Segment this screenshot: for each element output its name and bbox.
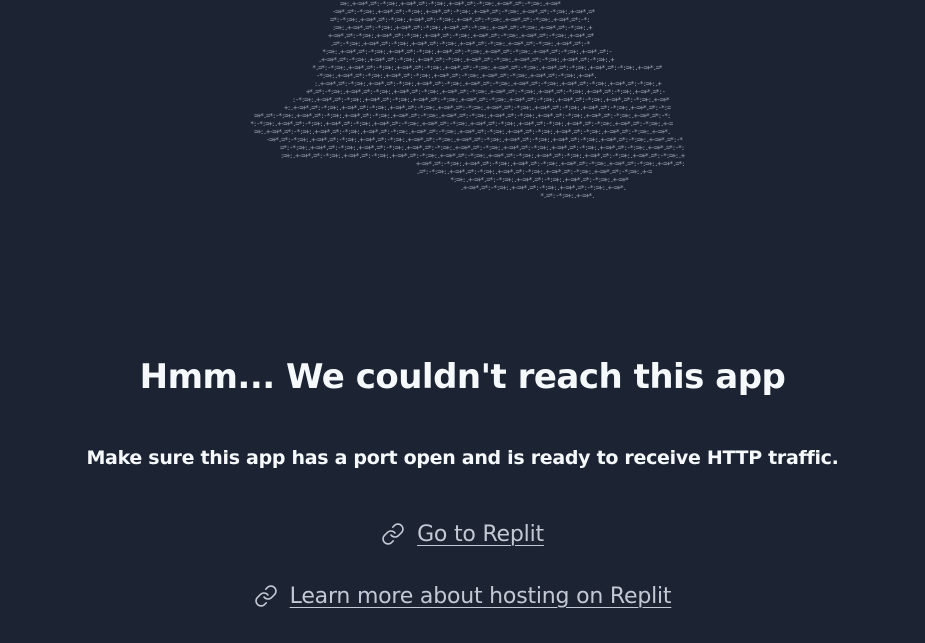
page-title: Hmm... We couldn't reach this app — [139, 357, 786, 397]
svg-text:.=*:-*:=+:.+-=+*.=*:-*:=+:.+-=: .=*:-*:=+:.+-=+*.=*:-*:=+:.+-=+*.=*:-*:=… — [330, 40, 590, 48]
svg-text:-*:=+:.+-=+*.=*:-*:=+:.+-=+*.=: -*:=+:.+-=+*.=*:-*:=+:.+-=+*.=*:-*:=+:.+… — [316, 72, 596, 80]
svg-text:.=*:-*:=+:.+-=+*.=*:-*:=+:.+-=: .=*:-*:=+:.+-=+*.=*:-*:=+:.+-=+*.=*:-*:=… — [416, 168, 652, 176]
svg-text:+-=+*.=*:-*:=+:.+-=+*.=*:-*:=+: +-=+*.=*:-*:=+:.+-=+*.=*:-*:=+:.+-=+*.=*… — [416, 160, 684, 168]
svg-text:*:=+:.+-=+*.=*:-*:=+:.+-=+*.=*: *:=+:.+-=+*.=*:-*:=+:.+-=+*.=*:-*:=+:.+-… — [450, 176, 629, 184]
learn-more-row[interactable]: Learn more about hosting on Replit — [0, 579, 925, 613]
svg-text::=+:.+-=+*.=*:-*:=+:.+-=+*.=*:: :=+:.+-=+*.=*:-*:=+:.+-=+*.=*:-*:=+:.+-=… — [280, 152, 685, 160]
svg-text:+-=+*.=*:-*:=+:.+-=+*.=*:-*:=+: +-=+*.=*:-*:=+:.+-=+*.=*:-*:=+:.+-=+*.=*… — [328, 32, 594, 40]
go-to-replit-row[interactable]: Go to Replit — [0, 517, 925, 551]
svg-text:.+-=+*.=*:-*:=+:.+-=+*.=*:-*:=: .+-=+*.=*:-*:=+:.+-=+*.=*:-*:=+:.+-=+*.=… — [460, 184, 626, 192]
svg-text:*:=+:.+-=+*.=*:-*:=+:.+-=+*.=*: *:=+:.+-=+*.=*:-*:=+:.+-=+*.=*:-*:=+:.+-… — [322, 48, 611, 56]
link-icon — [254, 584, 278, 608]
go-to-replit-link[interactable]: Go to Replit — [417, 522, 544, 547]
svg-text::.+-=+*.=*:-*:=+:.+-=+*.=*:-*:: :.+-=+*.=*:-*:=+:.+-=+*.=*:-*:=+:.+-=+*.… — [314, 80, 662, 88]
learn-more-hosting-link[interactable]: Learn more about hosting on Replit — [290, 584, 672, 609]
link-icon — [381, 522, 405, 546]
svg-text:-=+*.=*:-*:=+:.+-=+*.=*:-*:=+:: -=+*.=*:-*:=+:.+-=+*.=*:-*:=+:.+-=+*.=*:… — [332, 8, 595, 16]
svg-text:-=+*.=*:-*:=+:.+-=+*.=*:-*:=+:: -=+*.=*:-*:=+:.+-=+*.=*:-*:=+:.+-=+*.=*:… — [266, 136, 683, 144]
svg-text:=+*.=*:-*:=+:.+-=+*.=*:-*:=+:.: =+*.=*:-*:=+:.+-=+*.=*:-*:=+:.+-=+*.=*:-… — [254, 112, 670, 120]
svg-text:+:.+-=+*.=*:-*:=+:.+-=+*.=*:-*: +:.+-=+*.=*:-*:=+:.+-=+*.=*:-*:=+:.+-=+*… — [284, 104, 671, 112]
svg-text:*.=*:-*:=+:.+-=+*.: *.=*:-*:=+:.+-=+*. — [540, 192, 594, 200]
svg-text::=+:.+-=+*.=*:-*:=+:.+-=+*.=*:: :=+:.+-=+*.=*:-*:=+:.+-=+*.=*:-*:=+:.+-=… — [332, 24, 592, 32]
page-subtitle: Make sure this app has a port open and i… — [86, 447, 839, 469]
svg-text:=*:-*:=+:.+-=+*.=*:-*:=+:.+-=+: =*:-*:=+:.+-=+*.=*:-*:=+:.+-=+*.=*:-*:=+… — [280, 144, 684, 152]
svg-text::-*:=+:.+-=+*.=*:-*:=+:.+-=+*.: :-*:=+:.+-=+*.=*:-*:=+:.+-=+*.=*:-*:=+:.… — [292, 96, 670, 104]
svg-text:=+:.+-=+*.=*:-*:=+:.+-=+*.=*:-: =+:.+-=+*.=*:-*:=+:.+-=+*.=*:-*:=+:.+-=+… — [340, 0, 561, 8]
svg-text:*.=*:-*:=+:.+-=+*.=*:-*:=+:.+-: *.=*:-*:=+:.+-=+*.=*:-*:=+:.+-=+*.=*:-*:… — [312, 64, 663, 72]
ascii-cloud-illustration: =+:.+-=+*.=*:-*:=+:.+-=+*.=*:-*:=+:.+-=+… — [240, 0, 700, 210]
svg-text:=+:.+-=+*.=*:-*:=+:.+-=+*.=*:-: =+:.+-=+*.=*:-*:=+:.+-=+*.=*:-*:=+:.+-=+… — [254, 128, 670, 136]
svg-text:+*.=*:-*:=+:.+-=+*.=*:-*:=+:.+: +*.=*:-*:=+:.+-=+*.=*:-*:=+:.+-=+*.=*:-*… — [306, 88, 665, 96]
svg-text:.+-=+*.=*:-*:=+:.+-=+*.=*:-*:=: .+-=+*.=*:-*:=+:.+-=+*.=*:-*:=+:.+-=+*.=… — [318, 56, 614, 64]
error-page: =+:.+-=+*.=*:-*:=+:.+-=+*.=*:-*:=+:.+-=+… — [0, 0, 925, 643]
svg-text:=*:-*:=+:.+-=+*.=*:-*:=+:.+-=+: =*:-*:=+:.+-=+*.=*:-*:=+:.+-=+*.=*:-*:=+… — [330, 16, 589, 24]
svg-text:*:-*:=+:.+-=+*.=*:-*:=+:.+-=+*: *:-*:=+:.+-=+*.=*:-*:=+:.+-=+*.=*:-*:=+:… — [250, 120, 673, 128]
